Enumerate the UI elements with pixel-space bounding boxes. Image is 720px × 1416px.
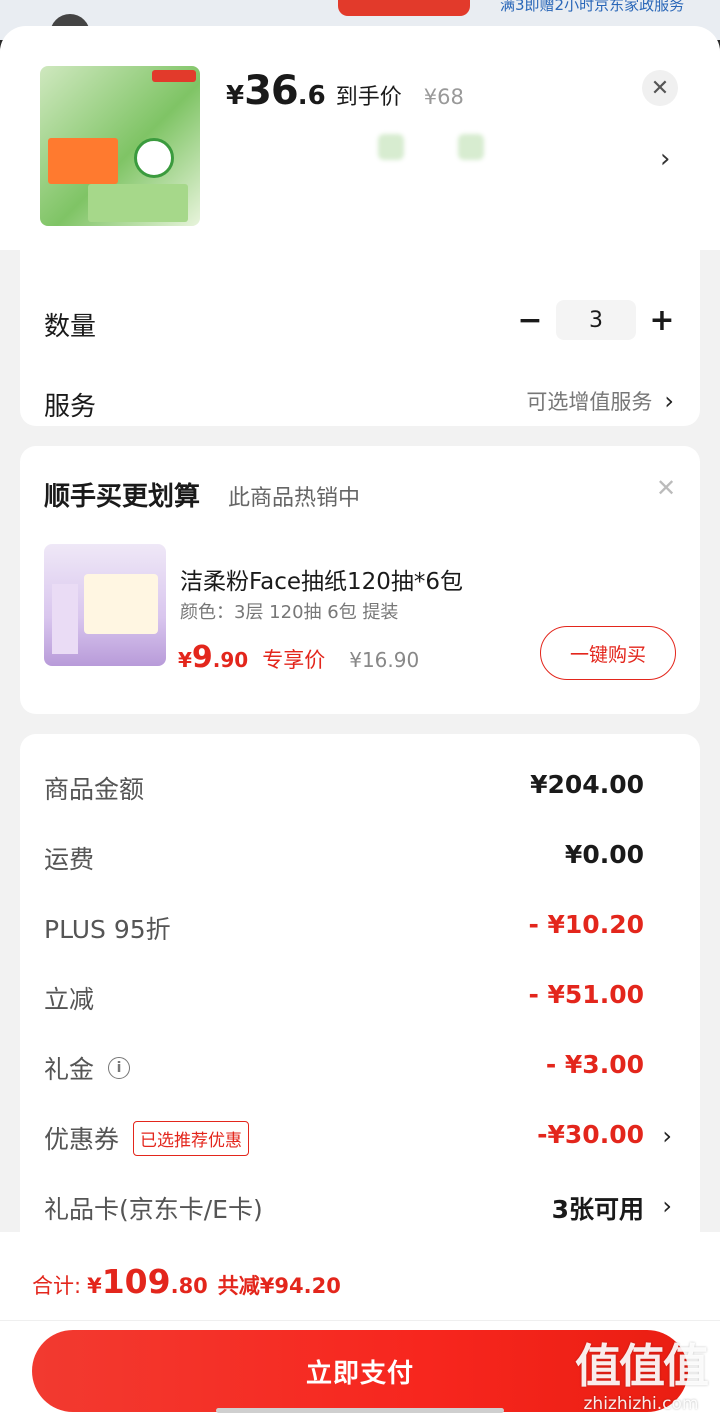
addon-subtitle: 此商品热销中 xyxy=(228,486,361,511)
total-label: 合计: xyxy=(32,1274,82,1298)
divider xyxy=(0,1320,720,1321)
summary-label: 优惠券 xyxy=(44,1125,120,1154)
summary-value: - ¥3.00 xyxy=(545,1050,644,1079)
summary-row-subtotal: 商品金额 ¥204.00 xyxy=(20,766,700,806)
chevron-right-icon[interactable]: › xyxy=(660,144,670,174)
home-indicator[interactable] xyxy=(216,1408,504,1413)
total-savings: 共减¥94.20 xyxy=(217,1274,341,1298)
currency-symbol: ¥ xyxy=(226,81,245,111)
summary-row-instant-discount: 立减 - ¥51.00 xyxy=(20,976,700,1016)
product-price: ¥ 36 .6 到手价 ¥68 xyxy=(226,68,464,114)
service-options-link[interactable]: 可选增值服务 › xyxy=(526,386,674,416)
watermark-logo: 值值值 zhizhizhi.com xyxy=(566,1330,716,1414)
addon-original-price: ¥16.90 xyxy=(349,648,420,672)
summary-value: ¥0.00 xyxy=(564,840,644,869)
original-price: ¥68 xyxy=(423,85,464,109)
summary-row-shipping: 运费 ¥0.00 xyxy=(20,836,700,876)
summary-label: 礼品卡(京东卡/E卡) xyxy=(44,1195,263,1224)
price-decimal: .6 xyxy=(297,81,326,111)
currency-symbol: ¥ xyxy=(178,648,192,672)
summary-value: 3张可用 xyxy=(551,1195,644,1224)
summary-row-cash-gift: 礼金 i - ¥3.00 xyxy=(20,1046,700,1086)
final-price-tag: 到手价 xyxy=(335,85,402,110)
total-decimal: .80 xyxy=(170,1274,208,1298)
order-total: 合计: ¥ 109 .80 共减¥94.20 xyxy=(32,1262,341,1301)
addon-product-spec: 颜色：3层 120抽 6包 提装 xyxy=(180,602,399,623)
chevron-right-icon: › xyxy=(664,387,674,415)
close-icon[interactable]: ✕ xyxy=(656,474,676,502)
summary-value: - ¥51.00 xyxy=(528,980,644,1009)
summary-label-group: 礼金 i xyxy=(44,1050,131,1086)
watermark-logo-text: 值值值 xyxy=(575,1339,709,1393)
summary-row-coupon[interactable]: 优惠券 已选推荐优惠 -¥30.00 › xyxy=(20,1116,700,1156)
summary-label: 立减 xyxy=(44,985,95,1014)
summary-value: - ¥10.20 xyxy=(528,910,644,939)
addon-price-integer: 9 xyxy=(191,640,213,675)
background-service-text: 满3即赠2小时京东家政服务 xyxy=(500,0,685,14)
summary-value: ¥204.00 xyxy=(530,770,644,799)
summary-label: 礼金 xyxy=(44,1055,95,1084)
addon-product-name[interactable]: 洁柔粉Face抽纸120抽*6包 xyxy=(180,562,463,596)
quantity-minus-button[interactable]: − xyxy=(516,302,544,338)
exclusive-price-tag: 专享价 xyxy=(262,648,326,672)
close-icon: ✕ xyxy=(650,75,670,101)
summary-row-plus-discount: PLUS 95折 - ¥10.20 xyxy=(20,906,700,946)
addon-product-image[interactable] xyxy=(44,544,166,666)
summary-row-gift-card[interactable]: 礼品卡(京东卡/E卡) 3张可用 › xyxy=(20,1186,700,1226)
summary-label: 商品金额 xyxy=(44,775,145,804)
checkout-sheet: ¥ 36 .6 到手价 ¥68 ✕ › 数量 − 3 + 服务 可选增值服务 ›… xyxy=(0,26,720,1416)
watermark-url: zhizhizhi.com xyxy=(583,1394,699,1414)
close-button[interactable]: ✕ xyxy=(642,70,678,106)
summary-label: 运费 xyxy=(44,845,95,874)
quantity-input[interactable]: 3 xyxy=(556,300,636,340)
quantity-plus-button[interactable]: + xyxy=(648,302,676,338)
addon-price-decimal: .90 xyxy=(212,648,249,672)
addon-card: 顺手买更划算 此商品热销中 ✕ 洁柔粉Face抽纸120抽*6包 颜色：3层 1… xyxy=(20,446,700,714)
chevron-right-icon: › xyxy=(662,1122,672,1150)
product-thumbnail[interactable] xyxy=(40,66,200,226)
summary-label: PLUS 95折 xyxy=(44,915,171,944)
selected-spec[interactable] xyxy=(226,122,646,208)
service-label: 服务 xyxy=(44,392,97,422)
background-banner xyxy=(338,0,470,16)
info-icon[interactable]: i xyxy=(108,1057,131,1079)
price-summary-card: 商品金额 ¥204.00 运费 ¥0.00 PLUS 95折 - ¥10.20 … xyxy=(20,734,700,1294)
chevron-right-icon: › xyxy=(662,1192,672,1220)
addon-title: 顺手买更划算 xyxy=(44,482,201,512)
currency-symbol: ¥ xyxy=(87,1274,102,1298)
recommended-coupon-badge: 已选推荐优惠 xyxy=(133,1120,250,1156)
price-integer: 36 xyxy=(244,68,299,114)
quantity-service-card: 数量 − 3 + 服务 可选增值服务 › xyxy=(20,250,700,426)
quantity-label: 数量 xyxy=(44,312,97,342)
one-click-buy-button[interactable]: 一键购买 xyxy=(540,626,676,680)
summary-value: -¥30.00 xyxy=(537,1120,644,1149)
product-header: ¥ 36 .6 到手价 ¥68 ✕ › xyxy=(0,26,720,250)
addon-price: ¥ 9 .90 专享价 ¥16.90 xyxy=(178,640,419,675)
summary-label-group: 优惠券 已选推荐优惠 xyxy=(44,1120,250,1156)
service-link-text: 可选增值服务 xyxy=(526,390,653,414)
total-integer: 109 xyxy=(101,1262,171,1301)
